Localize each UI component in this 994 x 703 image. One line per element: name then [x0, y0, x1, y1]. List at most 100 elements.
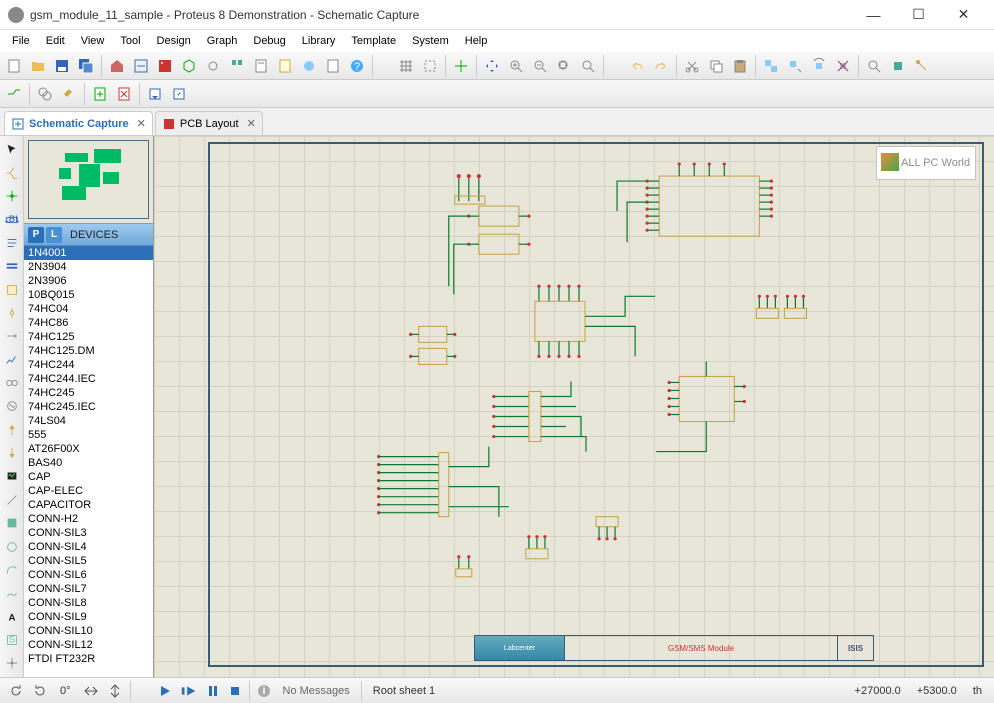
messages-icon[interactable]: i	[253, 681, 275, 701]
overview-panel[interactable]	[24, 136, 153, 224]
rotate-cw-button[interactable]	[28, 681, 52, 701]
search-button[interactable]	[34, 83, 56, 105]
device-item[interactable]: 555	[24, 428, 153, 442]
stop-button[interactable]	[224, 681, 246, 701]
schematic-canvas[interactable]: ALL PC World	[154, 136, 994, 677]
copy-button[interactable]	[705, 55, 727, 77]
device-item[interactable]: 74HC245	[24, 386, 153, 400]
device-item[interactable]: 74HC244.IEC	[24, 372, 153, 386]
2d-box-button[interactable]	[1, 513, 23, 534]
terminal-mode-button[interactable]	[1, 302, 23, 323]
close-button[interactable]: ✕	[941, 0, 986, 30]
label-mode-button[interactable]: LBL	[1, 209, 23, 230]
2d-path-button[interactable]	[1, 583, 23, 604]
cut-button[interactable]	[681, 55, 703, 77]
device-item[interactable]: CONN-SIL12	[24, 638, 153, 652]
menu-graph[interactable]: Graph	[199, 32, 246, 50]
pick-devices-button[interactable]: P	[28, 227, 44, 243]
gerber-button[interactable]	[202, 55, 224, 77]
device-item[interactable]: 74HC125.DM	[24, 344, 153, 358]
tab-close-icon[interactable]: ✕	[137, 117, 146, 130]
device-item[interactable]: 2N3904	[24, 260, 153, 274]
mirror-horizontal-button[interactable]	[79, 681, 103, 701]
instruments-button[interactable]	[1, 466, 23, 487]
menu-template[interactable]: Template	[343, 32, 404, 50]
device-item[interactable]: 74HC245.IEC	[24, 400, 153, 414]
menu-file[interactable]: File	[4, 32, 38, 50]
device-item[interactable]: 74HC125	[24, 330, 153, 344]
decompose-button[interactable]	[911, 55, 933, 77]
device-item[interactable]: CONN-SIL6	[24, 568, 153, 582]
menu-debug[interactable]: Debug	[245, 32, 293, 50]
device-item[interactable]: 10BQ015	[24, 288, 153, 302]
step-button[interactable]	[176, 681, 202, 701]
device-item[interactable]: 1N4001	[24, 246, 153, 260]
device-item[interactable]: CONN-SIL10	[24, 624, 153, 638]
pause-button[interactable]	[202, 681, 224, 701]
notes-button[interactable]	[274, 55, 296, 77]
zoom-all-button[interactable]	[553, 55, 575, 77]
save-button[interactable]	[51, 55, 73, 77]
menu-design[interactable]: Design	[149, 32, 199, 50]
2d-arc-button[interactable]	[1, 559, 23, 580]
save-all-button[interactable]	[75, 55, 97, 77]
property-tool-button[interactable]	[58, 83, 80, 105]
delete-sheet-button[interactable]	[113, 83, 135, 105]
device-item[interactable]: 2N3906	[24, 274, 153, 288]
mirror-vertical-button[interactable]	[103, 681, 127, 701]
menu-tool[interactable]: Tool	[112, 32, 148, 50]
selection-mode-button[interactable]	[1, 139, 23, 160]
text-script-button[interactable]	[1, 232, 23, 253]
device-item[interactable]: BAS40	[24, 456, 153, 470]
zoom-area-button[interactable]	[577, 55, 599, 77]
menu-library[interactable]: Library	[294, 32, 344, 50]
new-sheet-button[interactable]	[89, 83, 111, 105]
menu-view[interactable]: View	[73, 32, 113, 50]
maximize-button[interactable]: ☐	[896, 0, 941, 30]
junction-mode-button[interactable]	[1, 186, 23, 207]
wire-tool-button[interactable]	[3, 83, 25, 105]
device-pin-button[interactable]	[1, 326, 23, 347]
2d-text-button[interactable]: A	[1, 606, 23, 627]
block-move-button[interactable]	[784, 55, 806, 77]
block-rotate-button[interactable]	[808, 55, 830, 77]
device-item[interactable]: CONN-SIL4	[24, 540, 153, 554]
device-item[interactable]: FTDI FT232R	[24, 652, 153, 666]
open-file-button[interactable]	[27, 55, 49, 77]
minimize-button[interactable]: —	[851, 0, 896, 30]
device-item[interactable]: 74HC86	[24, 316, 153, 330]
tape-mode-button[interactable]	[1, 372, 23, 393]
device-item[interactable]: CONN-SIL3	[24, 526, 153, 540]
device-item[interactable]: CONN-SIL8	[24, 596, 153, 610]
subcircuit-mode-button[interactable]	[1, 279, 23, 300]
menu-help[interactable]: Help	[457, 32, 496, 50]
device-item[interactable]: CONN-SIL5	[24, 554, 153, 568]
schematic-button[interactable]	[130, 55, 152, 77]
play-button[interactable]	[154, 681, 176, 701]
bom-button[interactable]	[250, 55, 272, 77]
pan-button[interactable]	[481, 55, 503, 77]
vsm-button[interactable]	[298, 55, 320, 77]
undo-button[interactable]	[626, 55, 648, 77]
tab-close-icon[interactable]: ✕	[247, 117, 256, 130]
3d-button[interactable]	[178, 55, 200, 77]
tab-pcb-layout[interactable]: PCB Layout ✕	[155, 111, 263, 135]
generator-mode-button[interactable]	[1, 396, 23, 417]
device-item[interactable]: 74LS04	[24, 414, 153, 428]
paste-button[interactable]	[729, 55, 751, 77]
current-probe-button[interactable]	[1, 442, 23, 463]
pick-button[interactable]	[863, 55, 885, 77]
component-mode-button[interactable]	[1, 162, 23, 183]
devices-list[interactable]: 1N40012N39042N390610BQ01574HC0474HC8674H…	[24, 246, 153, 677]
2d-line-button[interactable]	[1, 489, 23, 510]
home-button[interactable]	[106, 55, 128, 77]
symbol-mode-button[interactable]: S	[1, 629, 23, 650]
redo-button[interactable]	[650, 55, 672, 77]
device-item[interactable]: CONN-H2	[24, 512, 153, 526]
menu-edit[interactable]: Edit	[38, 32, 73, 50]
device-item[interactable]: CONN-SIL7	[24, 582, 153, 596]
goto-sheet-button[interactable]	[168, 83, 190, 105]
device-item[interactable]: CAPACITOR	[24, 498, 153, 512]
package-button[interactable]	[887, 55, 909, 77]
voltage-probe-button[interactable]	[1, 419, 23, 440]
